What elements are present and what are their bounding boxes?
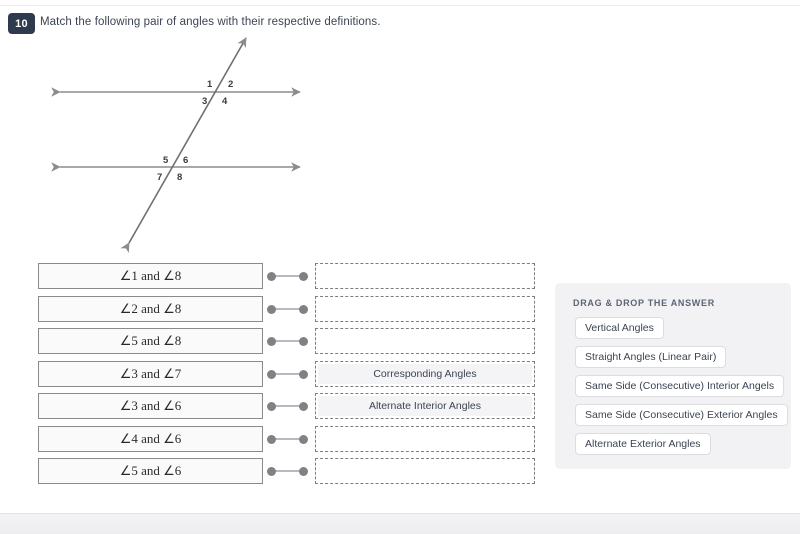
- angle-pair-prompt: ∠3 and ∠7: [38, 360, 263, 387]
- answer-drop-zone[interactable]: [315, 295, 535, 322]
- drag-drop-option[interactable]: Vertical Angles: [575, 317, 664, 339]
- match-row: ∠3 and ∠6 Alternate Interior Angles: [38, 393, 538, 419]
- angle-pair-prompt: ∠4 and ∠6: [38, 425, 263, 452]
- row-connector: [263, 263, 313, 289]
- match-row: ∠2 and ∠8: [38, 295, 538, 322]
- answer-drop-zone[interactable]: [315, 458, 535, 484]
- row-connector: [263, 393, 313, 419]
- angle-label-5: 5: [163, 155, 169, 166]
- row-connector: [263, 361, 313, 387]
- connector-dot-right: [299, 337, 308, 346]
- connector-dot-left: [267, 467, 276, 476]
- dropped-answer-chip[interactable]: [318, 429, 532, 449]
- top-divider: [0, 5, 800, 6]
- angle-label-2: 2: [228, 79, 233, 90]
- angle-label-3: 3: [202, 96, 207, 107]
- row-connector: [263, 296, 313, 322]
- answer-drop-zone[interactable]: [315, 263, 535, 289]
- dropped-answer-chip[interactable]: [318, 266, 532, 286]
- drag-drop-panel: DRAG & DROP THE ANSWER Vertical Angles St…: [555, 283, 791, 469]
- answer-drop-zone[interactable]: [315, 425, 535, 452]
- question-number-badge: 10: [8, 13, 35, 34]
- angles-diagram: 1 2 3 4 5 6 7 8: [50, 28, 330, 260]
- drag-drop-options-list: Vertical Angles Straight Angles (Linear P…: [575, 317, 788, 455]
- dropped-answer-chip[interactable]: [318, 331, 532, 351]
- answer-drop-zone[interactable]: Alternate Interior Angles: [315, 393, 535, 419]
- angle-pair-prompt: ∠5 and ∠8: [38, 328, 263, 354]
- match-row: ∠3 and ∠7 Corresponding Angles: [38, 360, 538, 387]
- angle-pair-prompt: ∠5 and ∠6: [38, 458, 263, 484]
- match-row: ∠5 and ∠8: [38, 328, 538, 354]
- connector-dot-left: [267, 434, 276, 444]
- connector-dot-right: [299, 304, 308, 314]
- dropped-answer-chip[interactable]: Alternate Interior Angles: [318, 396, 532, 416]
- matching-area: ∠1 and ∠8 ∠2 and ∠8 ∠5 and ∠8 ∠3 and ∠7 Corr…: [0, 263, 545, 503]
- match-row: ∠1 and ∠8: [38, 263, 538, 289]
- connector-dot-right: [299, 467, 308, 476]
- angle-pair-prompt: ∠1 and ∠8: [38, 263, 263, 289]
- match-row: ∠5 and ∠6: [38, 458, 538, 484]
- connector-dot-left: [267, 337, 276, 346]
- dropped-answer-chip[interactable]: Corresponding Angles: [318, 363, 532, 384]
- connector-dot-left: [267, 402, 276, 411]
- angle-pair-prompt: ∠3 and ∠6: [38, 393, 263, 419]
- connector-dot-right: [299, 434, 308, 444]
- drag-drop-option[interactable]: Straight Angles (Linear Pair): [575, 346, 727, 368]
- transversal-line: [120, 37, 247, 254]
- match-row: ∠4 and ∠6: [38, 425, 538, 452]
- drag-drop-option[interactable]: Same Side (Consecutive) Exterior Angles: [575, 404, 788, 426]
- connector-dot-left: [267, 272, 276, 281]
- dropped-answer-chip[interactable]: [318, 299, 532, 319]
- angle-label-1: 1: [207, 79, 213, 90]
- angle-pair-prompt: ∠2 and ∠8: [38, 295, 263, 322]
- answer-drop-zone[interactable]: Corresponding Angles: [315, 360, 535, 387]
- row-connector: [263, 328, 313, 354]
- question-prompt: Match the following pair of angles with …: [40, 16, 381, 28]
- dropped-answer-chip[interactable]: [318, 461, 532, 481]
- connector-dot-right: [299, 369, 308, 379]
- angle-label-6: 6: [183, 155, 188, 166]
- row-connector: [263, 426, 313, 452]
- angles-diagram-svg: 1 2 3 4 5 6 7 8: [51, 37, 301, 254]
- drag-drop-title: DRAG & DROP THE ANSWER: [573, 298, 715, 308]
- drag-drop-option[interactable]: Alternate Exterior Angles: [575, 433, 711, 455]
- drag-drop-option[interactable]: Same Side (Consecutive) Interior Angels: [575, 375, 785, 397]
- angle-label-8: 8: [177, 172, 182, 183]
- answer-drop-zone[interactable]: [315, 328, 535, 354]
- question-page: 10 Match the following pair of angles wi…: [0, 0, 800, 534]
- connector-dot-right: [299, 402, 308, 411]
- row-connector: [263, 458, 313, 484]
- connector-dot-left: [267, 369, 276, 379]
- angle-label-7: 7: [157, 172, 162, 183]
- connector-dot-right: [299, 272, 308, 281]
- bottom-bar: [0, 513, 800, 534]
- angle-label-4: 4: [222, 96, 228, 107]
- connector-dot-left: [267, 304, 276, 314]
